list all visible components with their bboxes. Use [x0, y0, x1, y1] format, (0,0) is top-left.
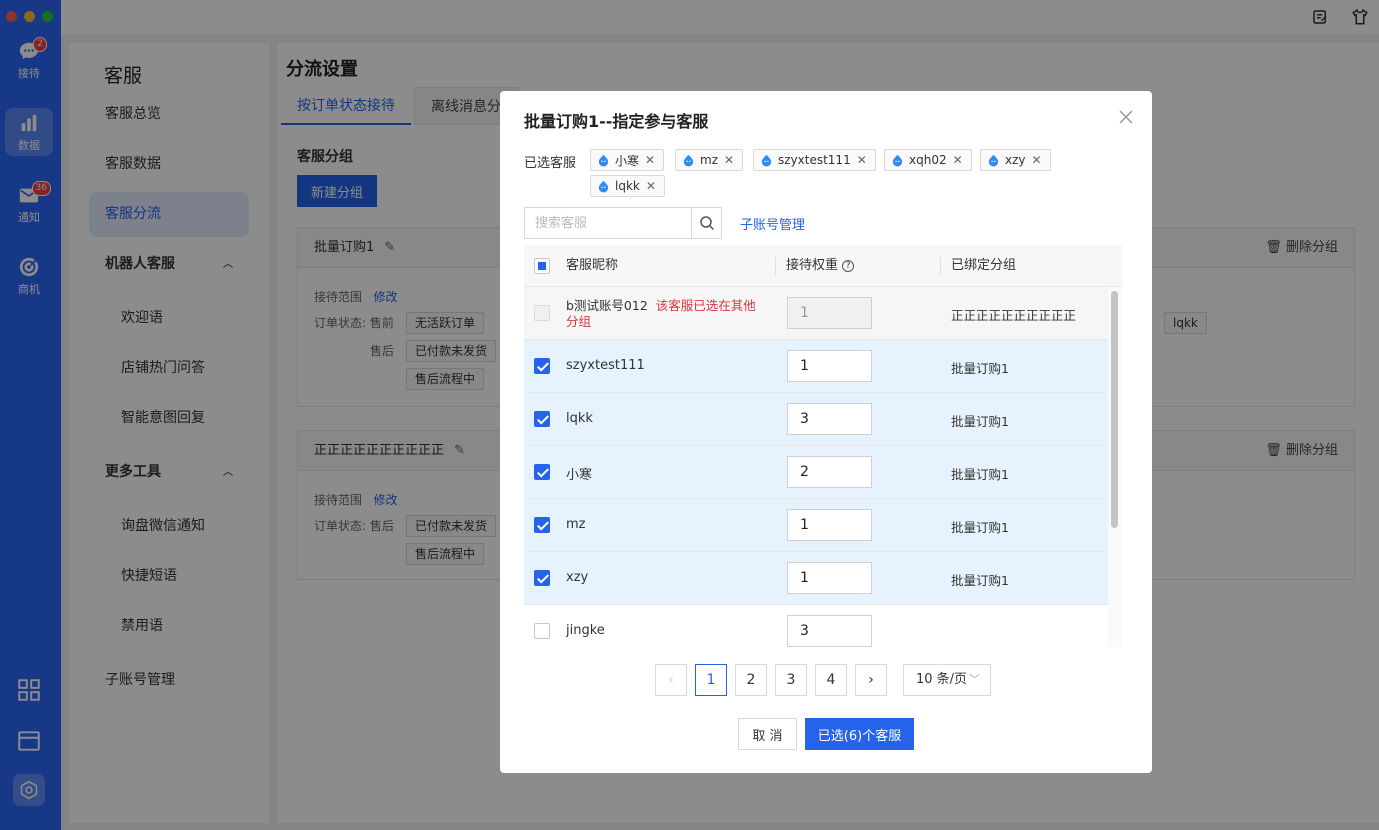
- selected-agent-tag: 小寒 ✕: [590, 149, 665, 171]
- weight-input[interactable]: [787, 456, 872, 488]
- table-row[interactable]: jingke: [524, 605, 1108, 647]
- row-checkbox[interactable]: [534, 623, 550, 639]
- remove-tag-icon[interactable]: ✕: [1032, 153, 1042, 167]
- page-2[interactable]: 2: [735, 664, 767, 696]
- next-page-button[interactable]: ›: [855, 664, 887, 696]
- bound-group: 批量订购1: [951, 467, 1009, 482]
- col-name: 客服昵称: [566, 258, 619, 273]
- dialog-title: 批量订购1--指定参与客服: [524, 112, 709, 131]
- bound-group: 批量订购1: [951, 520, 1009, 535]
- table-header: 客服昵称 接待权重 ? 已绑定分组: [524, 245, 1122, 287]
- tag-label: xqh02: [909, 153, 947, 167]
- remove-tag-icon[interactable]: ✕: [857, 153, 867, 167]
- tag-label: szyxtest111: [778, 153, 851, 167]
- bound-group: 批量订购1: [951, 361, 1009, 376]
- col-group: 已绑定分组: [951, 258, 1017, 273]
- agent-avatar-icon: [988, 154, 999, 167]
- agent-name: szyxtest111: [566, 358, 645, 373]
- select-agents-dialog: 批量订购1--指定参与客服 已选客服 小寒 ✕ mz ✕ szyxtest111 ✕ xqh…: [500, 91, 1152, 773]
- agent-name: xzy: [566, 570, 589, 585]
- agent-name: lqkk: [566, 411, 593, 426]
- agent-name: mz: [566, 517, 586, 532]
- help-icon[interactable]: ?: [842, 259, 855, 272]
- bound-group: 正正正正正正正正正正: [951, 308, 1077, 323]
- selected-label: 已选客服: [524, 156, 577, 171]
- search-input[interactable]: [525, 208, 691, 238]
- weight-input[interactable]: [787, 562, 872, 594]
- page-1[interactable]: 1: [695, 664, 727, 696]
- agent-avatar-icon: [598, 180, 609, 193]
- table-row[interactable]: lqkk 批量订购1: [524, 393, 1108, 446]
- remove-tag-icon[interactable]: ✕: [724, 153, 734, 167]
- agent-name: 小寒: [566, 468, 593, 483]
- selected-agent-tag: lqkk ✕: [590, 175, 665, 197]
- agent-avatar-icon: [761, 154, 772, 167]
- prev-page-button[interactable]: ‹: [655, 664, 687, 696]
- weight-input[interactable]: [787, 350, 872, 382]
- table-row[interactable]: 小寒 批量订购1: [524, 446, 1108, 499]
- agent-avatar-icon: [683, 154, 694, 167]
- row-checkbox: [534, 305, 550, 321]
- tag-label: xzy: [1005, 153, 1026, 167]
- agent-search: [524, 207, 722, 239]
- search-button[interactable]: [691, 208, 721, 238]
- table-scrollbar[interactable]: [1108, 287, 1122, 647]
- tag-label: mz: [700, 153, 718, 167]
- agents-table: 客服昵称 接待权重 ? 已绑定分组 b测试账号012 该客服已选在其他分组正正正…: [524, 245, 1122, 647]
- confirm-button[interactable]: 已选(6)个客服: [805, 718, 914, 750]
- table-row[interactable]: b测试账号012 该客服已选在其他分组正正正正正正正正正正: [524, 287, 1108, 340]
- col-weight-label: 接待权重: [786, 258, 839, 273]
- row-checkbox[interactable]: [534, 411, 550, 427]
- page-size-value: 10 条/页: [916, 672, 968, 687]
- row-checkbox[interactable]: [534, 570, 550, 586]
- table-row[interactable]: mz 批量订购1: [524, 499, 1108, 552]
- weight-input[interactable]: [787, 403, 872, 435]
- table-row[interactable]: xzy 批量订购1: [524, 552, 1108, 605]
- agent-avatar-icon: [598, 154, 609, 167]
- sub-account-link[interactable]: 子账号管理: [740, 214, 805, 233]
- tag-label: 小寒: [615, 153, 640, 168]
- weight-input[interactable]: [787, 615, 872, 647]
- weight-input: [787, 297, 872, 329]
- scrollbar-thumb[interactable]: [1111, 291, 1118, 528]
- selected-agent-tag: mz ✕: [675, 149, 744, 171]
- remove-tag-icon[interactable]: ✕: [953, 153, 963, 167]
- remove-tag-icon[interactable]: ✕: [645, 153, 655, 167]
- col-weight: 接待权重 ?: [786, 245, 855, 287]
- page-4[interactable]: 4: [815, 664, 847, 696]
- close-icon[interactable]: [1118, 109, 1134, 125]
- chevron-down-icon: ﹀: [969, 673, 980, 686]
- weight-input[interactable]: [787, 509, 872, 541]
- cancel-button[interactable]: 取 消: [738, 718, 797, 750]
- selected-agent-tag: szyxtest111 ✕: [753, 149, 876, 171]
- row-checkbox[interactable]: [534, 464, 550, 480]
- agent-avatar-icon: [892, 154, 903, 167]
- row-checkbox[interactable]: [534, 517, 550, 533]
- select-all-checkbox[interactable]: [534, 258, 550, 274]
- selected-agent-tag: xqh02 ✕: [884, 149, 972, 171]
- page-size-select[interactable]: 10 条/页 ﹀: [903, 664, 991, 696]
- row-checkbox[interactable]: [534, 358, 550, 374]
- tag-label: lqkk: [615, 179, 640, 193]
- bound-group: 批量订购1: [951, 414, 1009, 429]
- remove-tag-icon[interactable]: ✕: [646, 179, 656, 193]
- page-3[interactable]: 3: [775, 664, 807, 696]
- selected-agent-tag: xzy ✕: [980, 149, 1051, 171]
- search-icon: [699, 216, 714, 231]
- agent-name: b测试账号012: [566, 298, 648, 313]
- agent-name: jingke: [566, 623, 605, 638]
- bound-group: 批量订购1: [951, 573, 1009, 588]
- table-row[interactable]: szyxtest111 批量订购1: [524, 340, 1108, 393]
